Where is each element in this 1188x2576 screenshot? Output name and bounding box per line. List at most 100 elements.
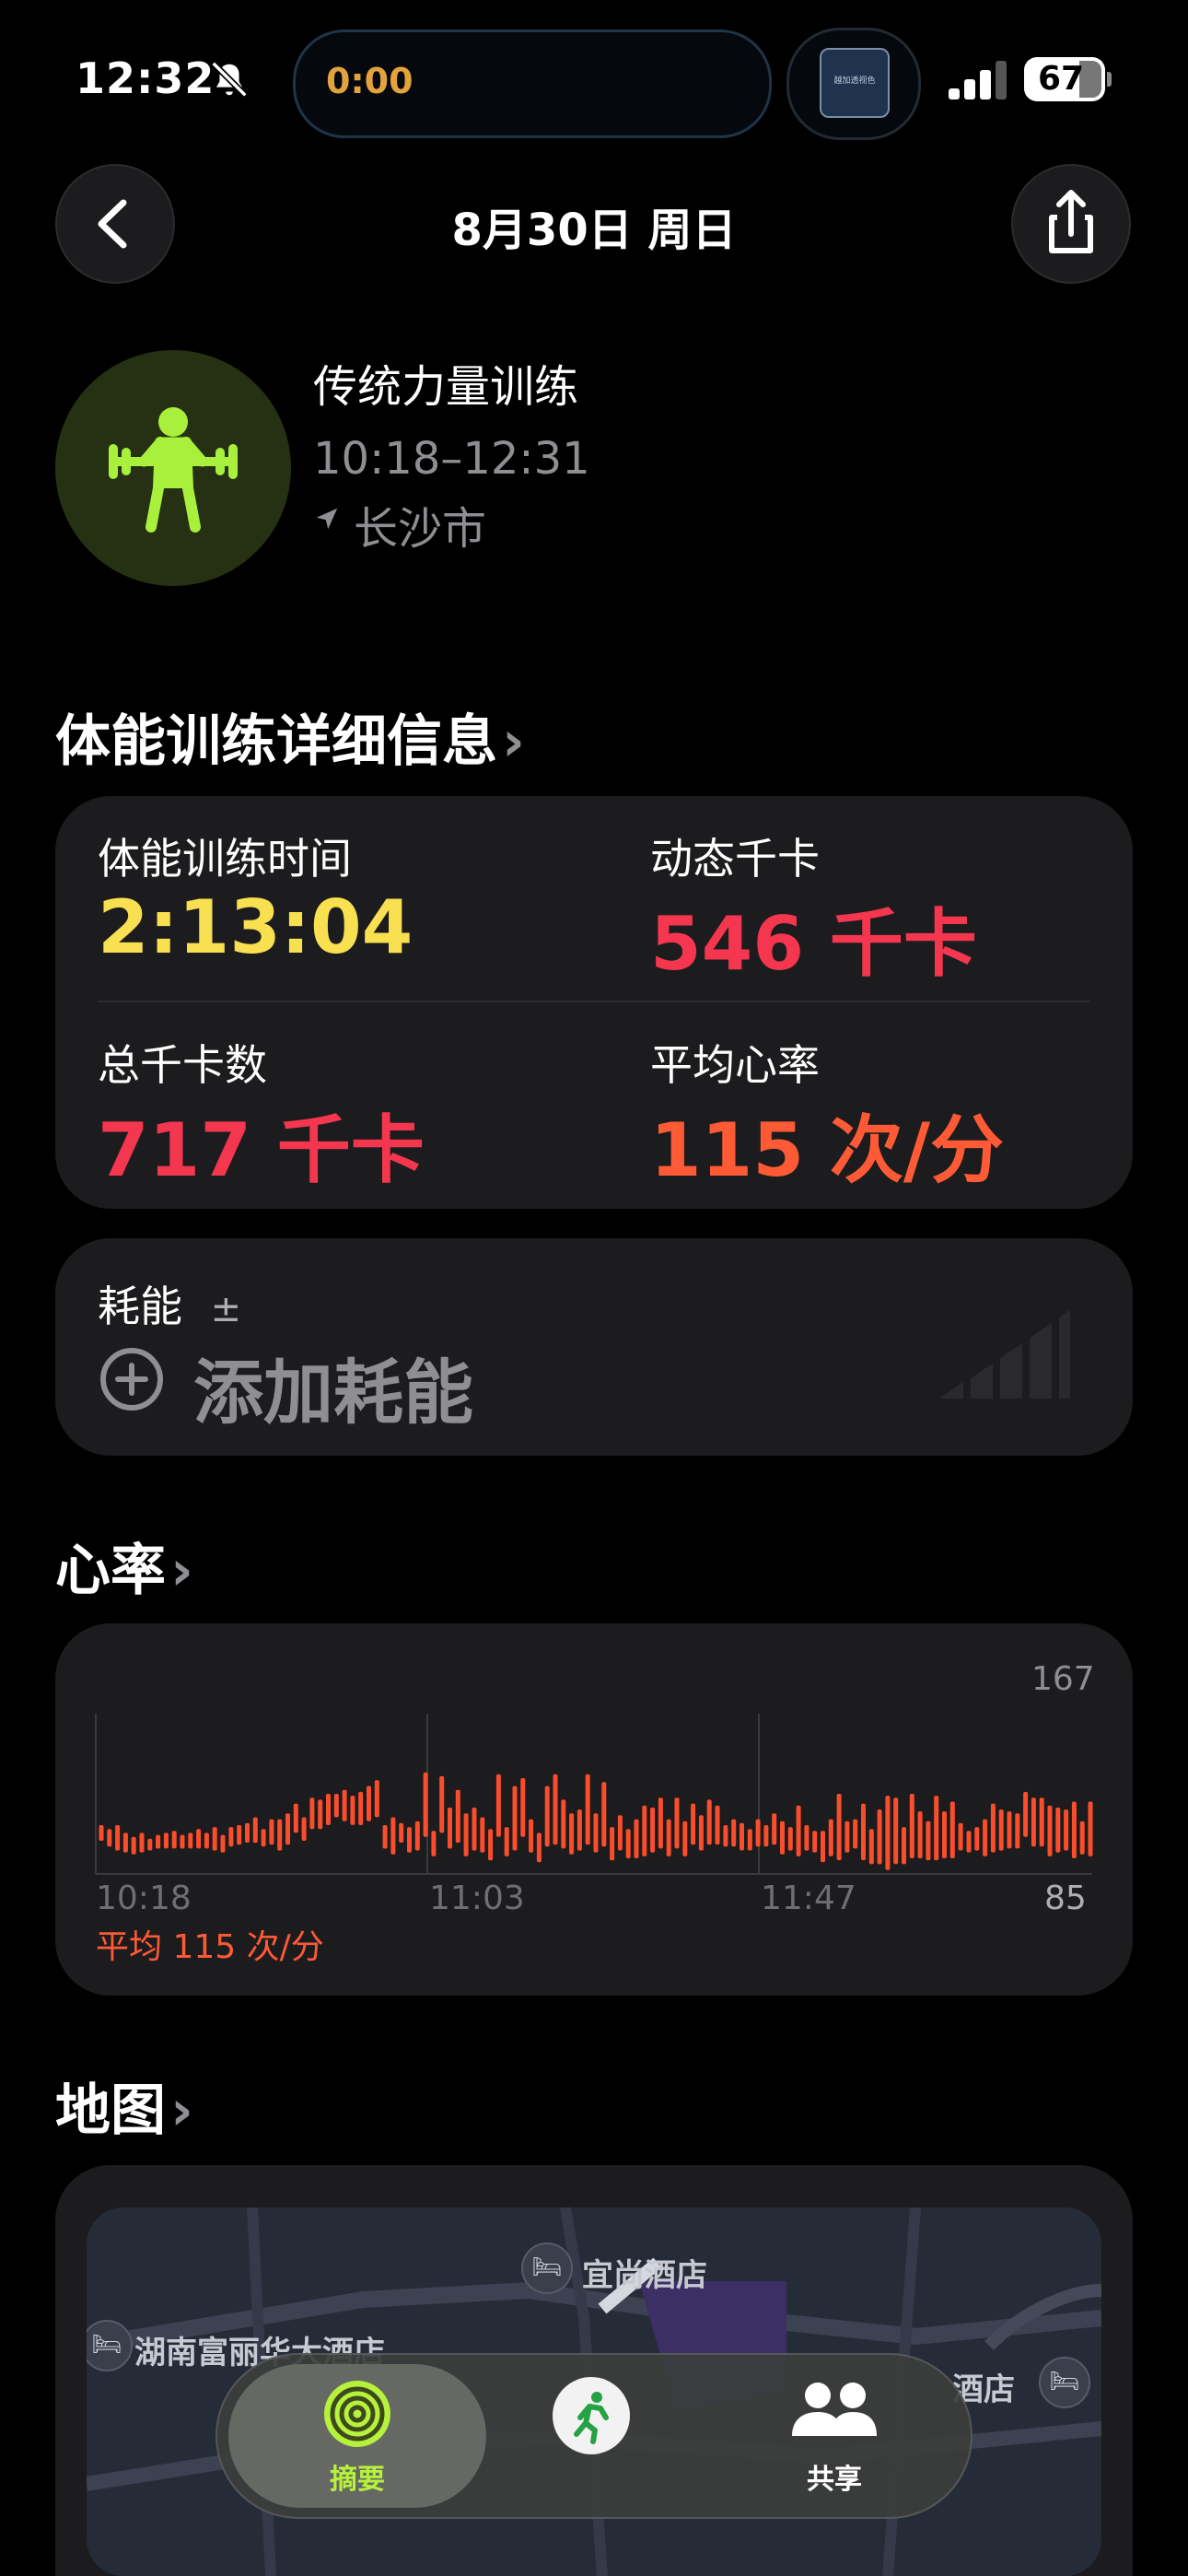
- hr-bar: [342, 1789, 347, 1821]
- hr-bar: [333, 1794, 339, 1818]
- hr-bar: [156, 1834, 161, 1849]
- hr-bar: [821, 1831, 825, 1863]
- hr-bar: [1031, 1797, 1036, 1847]
- hr-bar: [529, 1819, 534, 1853]
- hr-bar: [731, 1819, 737, 1847]
- hr-bar: [237, 1825, 242, 1845]
- chevron-right-icon: ›: [502, 709, 525, 774]
- x-tick-label: 11:03: [429, 1879, 525, 1917]
- hr-bar: [536, 1832, 542, 1863]
- hr-bar: [666, 1819, 671, 1856]
- tab-summary-label: 摘要: [330, 2464, 385, 2496]
- hr-bar: [763, 1825, 769, 1847]
- workout-details-header[interactable]: 体能训练详细信息 ›: [55, 697, 525, 777]
- hr-bar: [407, 1827, 412, 1853]
- hr-bar: [691, 1803, 696, 1845]
- hr-bar: [1071, 1801, 1077, 1858]
- map-label: 宜尚酒店: [582, 2257, 707, 2294]
- hr-bar: [367, 1786, 371, 1821]
- back-button[interactable]: [55, 164, 175, 284]
- heart-rate-header[interactable]: 心率 ›: [55, 1526, 193, 1606]
- add-effort-button[interactable]: 添加耗能: [193, 1336, 473, 1437]
- x-tick-label: 10:18: [96, 1879, 192, 1917]
- hr-bar: [163, 1832, 169, 1849]
- hr-bar: [747, 1829, 752, 1851]
- hr-bar: [934, 1796, 939, 1861]
- hr-bar: [561, 1799, 566, 1849]
- hr-bar: [382, 1825, 388, 1849]
- hr-bar: [853, 1819, 858, 1849]
- hr-bar: [804, 1825, 809, 1851]
- hr-bar: [682, 1821, 688, 1856]
- hr-bar: [577, 1809, 582, 1851]
- island-timer-text: 0:00: [326, 61, 413, 101]
- section-title: 心率: [55, 1539, 166, 1603]
- share-button[interactable]: [1011, 164, 1131, 284]
- hr-bar: [772, 1813, 777, 1845]
- hr-bar: [553, 1774, 558, 1845]
- hr-bar: [390, 1817, 396, 1855]
- hr-bar: [1039, 1797, 1044, 1847]
- chevron-left-icon: [98, 199, 127, 249]
- hr-bar: [285, 1813, 290, 1845]
- hr-bar: [983, 1819, 988, 1856]
- hr-bar: [1015, 1813, 1020, 1849]
- add-circle-icon: [100, 1348, 163, 1411]
- hr-bar: [261, 1829, 266, 1847]
- hr-bar: [309, 1797, 315, 1830]
- workout-location: 长沙市: [354, 503, 487, 555]
- hr-bar: [399, 1822, 404, 1843]
- effort-card[interactable]: 耗能 ± 添加耗能: [55, 1238, 1133, 1456]
- hr-bar: [122, 1832, 128, 1853]
- workout-details-card[interactable]: 体能训练时间 2:13:04 动态千卡 546 千卡 总千卡数 717 千卡 平…: [55, 796, 1133, 1209]
- chevron-right-icon: ›: [170, 1539, 193, 1603]
- chevron-right-icon: ›: [170, 2078, 193, 2143]
- hr-bar: [1088, 1801, 1093, 1856]
- hr-bar: [601, 1782, 607, 1847]
- hr-bar: [180, 1834, 185, 1849]
- hotel-pin-icon[interactable]: 🛏: [1039, 2357, 1090, 2408]
- hr-bar: [674, 1797, 680, 1849]
- hr-bar: [212, 1827, 217, 1851]
- hr-bar: [495, 1774, 501, 1837]
- hr-bar: [414, 1821, 420, 1851]
- hr-bar: [998, 1809, 1004, 1851]
- avg-heart-rate-value: 115 次/分: [650, 1107, 1005, 1193]
- bell-slash-icon: [211, 61, 248, 98]
- hr-bar: [868, 1829, 874, 1865]
- battery-tip: [1107, 72, 1112, 87]
- hr-bar: [277, 1819, 283, 1851]
- divider: [98, 1001, 1090, 1002]
- hr-bar: [650, 1807, 656, 1853]
- hr-bar: [350, 1796, 355, 1825]
- hr-bar: [463, 1813, 469, 1856]
- heart-rate-card[interactable]: 167 10:18 11:03 11:47 85 平均 115 次/分: [55, 1623, 1133, 1996]
- active-calories-value: 546 千卡: [650, 901, 977, 987]
- hr-bar: [196, 1829, 202, 1849]
- hr-bar: [698, 1815, 704, 1851]
- tab-sharing[interactable]: 共享: [742, 2456, 926, 2497]
- tab-fitness[interactable]: [553, 2377, 630, 2454]
- hr-bar: [593, 1813, 599, 1853]
- hr-min-label: 85: [1044, 1879, 1087, 1917]
- map-header[interactable]: 地图 ›: [55, 2066, 193, 2146]
- hr-bar: [544, 1786, 550, 1847]
- album-art-text: 越加透视色: [833, 76, 876, 86]
- hr-bar: [828, 1819, 833, 1856]
- sharing-people-icon: [792, 2383, 877, 2436]
- hr-bar: [228, 1827, 234, 1847]
- hr-bar: [448, 1807, 452, 1849]
- hr-bar: [1047, 1805, 1053, 1856]
- hr-bar: [301, 1817, 307, 1841]
- hr-bar: [642, 1805, 647, 1856]
- hr-bar: [780, 1821, 785, 1855]
- avg-heart-rate-label: 平均心率: [650, 1040, 820, 1090]
- hr-bar: [715, 1805, 720, 1845]
- hr-bar: [885, 1796, 891, 1870]
- runner-icon: [574, 2392, 609, 2444]
- hr-bar: [787, 1827, 793, 1851]
- hotel-pin-icon[interactable]: 🛏: [521, 2242, 573, 2294]
- duration-value: 2:13:04: [98, 884, 413, 970]
- hr-bar: [625, 1829, 631, 1858]
- hr-bar: [812, 1831, 818, 1853]
